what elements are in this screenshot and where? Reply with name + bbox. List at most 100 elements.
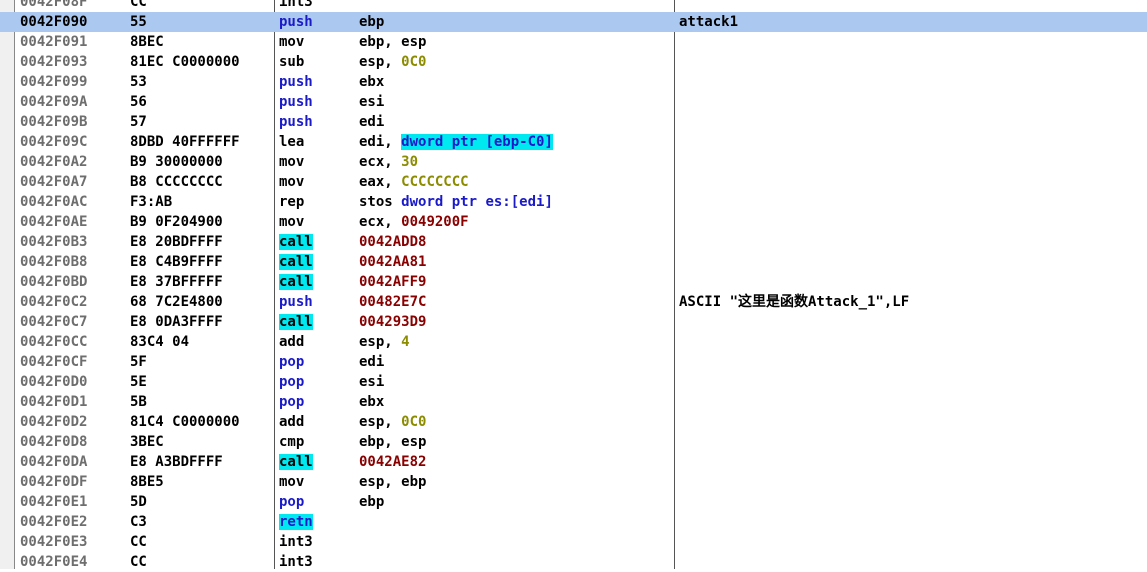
mnemonic-cell: retn <box>279 512 313 532</box>
instruction-row[interactable]: 0042F099 53 push ebx <box>0 72 1147 92</box>
address-cell: 0042F099 <box>20 74 88 90</box>
mnemonic-text: push <box>279 94 313 110</box>
instruction-row[interactable]: 0042F0B8 E8 C4B9FFFF call 0042AA81 <box>0 252 1147 272</box>
mnemonic-cell: mov <box>279 472 304 492</box>
operand-part: 0042AFF9 <box>359 274 427 290</box>
mnemonic-text: add <box>279 334 305 350</box>
instruction-row[interactable]: 0042F0B3 E8 20BDFFFF call 0042ADD8 <box>0 232 1147 252</box>
hex-dump-cell: 5B <box>130 394 147 410</box>
instruction-row[interactable]: 0042F093 81EC C0000000 sub esp, 0C0 <box>0 52 1147 72</box>
operands-cell: 004293D9 <box>359 312 426 332</box>
mnemonic-cell: push <box>279 292 313 312</box>
address-cell: 0042F0A7 <box>20 174 88 190</box>
address-cell: 0042F0DA <box>20 454 88 470</box>
hex-dump-cell: 83C4 04 <box>130 334 190 350</box>
operand-part: edi <box>359 354 385 370</box>
hex-dump-cell: CC <box>130 554 147 570</box>
instruction-row[interactable]: 0042F0E2 C3 retn <box>0 512 1147 532</box>
operand-part: 30 <box>401 154 419 170</box>
mnemonic-cell: mov <box>279 172 304 192</box>
address-cell: 0042F0D8 <box>20 434 88 450</box>
mnemonic-text: cmp <box>279 434 305 450</box>
instruction-row[interactable]: 0042F0A2 B9 30000000 mov ecx, 30 <box>0 152 1147 172</box>
address-cell: 0042F0A2 <box>20 154 88 170</box>
operand-part: 4 <box>401 334 410 350</box>
instruction-row[interactable]: 0042F0DF 8BE5 mov esp, ebp <box>0 472 1147 492</box>
selected-instruction-row[interactable]: 0042F090 55 push ebp attack1 <box>0 12 1147 32</box>
address-cell: 0042F09B <box>20 114 88 130</box>
disassembly-listing[interactable]: 0042F08F CC int3 0042F090 55 push ebp attack1 00… <box>0 0 1147 572</box>
instruction-row[interactable]: 0042F0CF 5F pop edi <box>0 352 1147 372</box>
instruction-row[interactable]: 0042F0CC 83C4 04 add esp, 4 <box>0 332 1147 352</box>
mnemonic-text: pop <box>279 394 305 410</box>
instruction-row[interactable]: 0042F0AE B9 0F204900 mov ecx, 0049200F <box>0 212 1147 232</box>
hex-dump-cell: E8 C4B9FFFF <box>130 254 223 270</box>
operand-part: stos <box>359 194 402 210</box>
address-cell: 0042F0AE <box>20 214 88 230</box>
operand-part: 0042AA81 <box>359 254 427 270</box>
operands-cell: esi <box>359 92 384 112</box>
mnemonic-text: int3 <box>279 554 313 570</box>
instruction-row[interactable]: 0042F0DA E8 A3BDFFFF call 0042AE82 <box>0 452 1147 472</box>
operands-cell: 0042AE82 <box>359 452 426 472</box>
instruction-row[interactable]: 0042F09B 57 push edi <box>0 112 1147 132</box>
mnemonic-cell: call <box>279 252 313 272</box>
operand-part: ebp <box>359 494 385 510</box>
mnemonic-cell: pop <box>279 392 304 412</box>
instruction-row[interactable]: 0042F0D0 5E pop esi <box>0 372 1147 392</box>
operand-part: esp, <box>359 414 402 430</box>
mnemonic-text: call <box>279 274 313 290</box>
mnemonic-cell: mov <box>279 152 304 172</box>
operand-part: esi <box>359 94 385 110</box>
hex-dump-cell: C3 <box>130 514 147 530</box>
hex-dump-cell: 5D <box>130 494 147 510</box>
operand-part: 0049200F <box>401 214 469 230</box>
instruction-row[interactable]: 0042F09A 56 push esi <box>0 92 1147 112</box>
instruction-row[interactable]: 0042F091 8BEC mov ebp, esp <box>0 32 1147 52</box>
address-cell: 0042F0E2 <box>20 514 88 530</box>
address-cell: 0042F09A <box>20 94 88 110</box>
address-cell: 0042F0AC <box>20 194 88 210</box>
operands-cell: esi <box>359 372 384 392</box>
operands-cell: ebp, esp <box>359 432 426 452</box>
mnemonic-cell: int3 <box>279 0 313 12</box>
operand-part: 004293D9 <box>359 314 427 330</box>
operands-cell: ebp <box>359 492 384 512</box>
mnemonic-cell: cmp <box>279 432 304 452</box>
instruction-row[interactable]: 0042F0A7 B8 CCCCCCCC mov eax, CCCCCCCC <box>0 172 1147 192</box>
operands-cell: 0042AFF9 <box>359 272 426 292</box>
address-cell: 0042F0E3 <box>20 534 88 550</box>
hex-dump-cell: 8BEC <box>130 34 164 50</box>
mnemonic-cell: pop <box>279 352 304 372</box>
address-cell: 0042F0D2 <box>20 414 88 430</box>
instruction-row[interactable]: 0042F0D1 5B pop ebx <box>0 392 1147 412</box>
instruction-row[interactable]: 0042F09C 8DBD 40FFFFFF lea edi, dword ptr [… <box>0 132 1147 152</box>
operands-cell: esp, 0C0 <box>359 52 426 72</box>
instruction-row[interactable]: 0042F0D2 81C4 C0000000 add esp, 0C0 <box>0 412 1147 432</box>
instruction-row[interactable]: 0042F0E4 CC int3 <box>0 552 1147 572</box>
mnemonic-text: rep <box>279 194 305 210</box>
address-cell: 0042F0B3 <box>20 234 88 250</box>
operand-part: edi, <box>359 134 402 150</box>
instruction-row[interactable]: 0042F0C2 68 7C2E4800 push 00482E7C ASCII "这里… <box>0 292 1147 312</box>
address-cell: 0042F0CF <box>20 354 88 370</box>
hex-dump-cell: 56 <box>130 94 147 110</box>
mnemonic-cell: add <box>279 332 304 352</box>
mnemonic-cell: push <box>279 92 313 112</box>
hex-dump-cell: 55 <box>130 14 147 30</box>
operands-cell: ebx <box>359 392 384 412</box>
instruction-row[interactable]: 0042F0BD E8 37BFFFFF call 0042AFF9 <box>0 272 1147 292</box>
instruction-row[interactable]: 0042F0AC F3:AB rep stos dword ptr es:[edi] <box>0 192 1147 212</box>
instruction-row[interactable]: 0042F0C7 E8 0DA3FFFF call 004293D9 <box>0 312 1147 332</box>
operand-part: 0042ADD8 <box>359 234 427 250</box>
instruction-row[interactable]: 0042F0E3 CC int3 <box>0 532 1147 552</box>
mnemonic-text: add <box>279 414 305 430</box>
instruction-row[interactable]: 0042F0D8 3BEC cmp ebp, esp <box>0 432 1147 452</box>
hex-dump-cell: B9 0F204900 <box>130 214 223 230</box>
instruction-row[interactable]: 0042F0E1 5D pop ebp <box>0 492 1147 512</box>
address-cell: 0042F090 <box>20 14 88 30</box>
instruction-row[interactable]: 0042F08F CC int3 <box>0 0 1147 12</box>
address-cell: 0042F0E1 <box>20 494 88 510</box>
operand-part: ecx, <box>359 214 402 230</box>
mnemonic-text: call <box>279 254 313 270</box>
